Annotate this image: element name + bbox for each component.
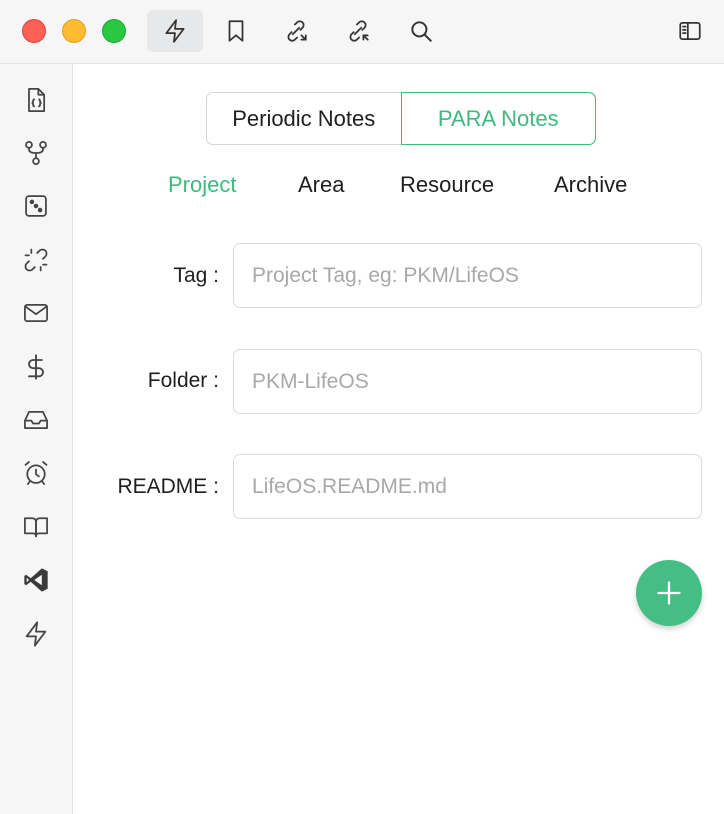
ribbon-unlinked-button[interactable] (21, 245, 51, 275)
vscode-icon (24, 568, 48, 592)
segment-para-notes[interactable]: PARA Notes (400, 92, 596, 145)
folder-label-colon: : (213, 369, 219, 392)
search-icon (411, 21, 432, 42)
ribbon-mail-button[interactable] (21, 298, 51, 328)
git-branch-icon (25, 141, 47, 165)
ribbon-git-branch-button[interactable] (21, 138, 51, 168)
folder-input[interactable] (233, 349, 702, 414)
tab-archive[interactable]: Archive (554, 172, 627, 198)
add-project-button[interactable] (636, 560, 702, 626)
ribbon-random-note-button[interactable] (21, 191, 51, 221)
segment-periodic-notes[interactable]: Periodic Notes (207, 93, 401, 144)
ribbon-inbox-button[interactable] (21, 405, 51, 435)
toolbar-outgoing-links-button[interactable] (276, 10, 316, 52)
toolbar-search-button[interactable] (401, 10, 441, 52)
tag-label: Tag : (173, 264, 219, 288)
lightning-icon (165, 19, 185, 43)
tag-label-colon: : (213, 264, 219, 287)
toolbar-lightning-button[interactable] (147, 10, 203, 52)
tab-resource[interactable]: Resource (400, 172, 494, 198)
folder-label-text: Folder (147, 369, 208, 392)
ribbon-book-button[interactable] (21, 512, 51, 542)
tab-area[interactable]: Area (298, 172, 344, 198)
ribbon-vscode-button[interactable] (21, 565, 51, 595)
readme-input[interactable] (233, 454, 702, 519)
backlink-icon (349, 20, 369, 42)
folder-label: Folder : (148, 369, 219, 393)
minimize-window-button[interactable] (62, 19, 86, 43)
dice-icon (25, 195, 47, 217)
notes-type-segment: Periodic Notes PARA Notes (206, 92, 596, 145)
ribbon-lightning-button[interactable] (21, 619, 51, 649)
sidebar-toggle-icon (679, 22, 701, 40)
toolbar-bookmark-button[interactable] (216, 10, 256, 52)
outgoing-link-icon (287, 20, 307, 42)
readme-label-text: README (117, 475, 208, 498)
title-bar (0, 0, 724, 64)
dollar-icon (28, 354, 44, 380)
zoom-window-button[interactable] (102, 19, 126, 43)
file-code-icon (28, 88, 46, 112)
readme-label: README : (117, 475, 219, 499)
close-window-button[interactable] (22, 19, 46, 43)
broken-link-icon (24, 248, 48, 272)
lightning-icon (25, 621, 47, 647)
readme-label-colon: : (213, 475, 219, 498)
mail-icon (24, 303, 48, 323)
alarm-clock-icon (24, 461, 48, 485)
plus-icon (657, 581, 681, 605)
tab-project[interactable]: Project (168, 172, 236, 198)
ribbon-dollar-button[interactable] (21, 352, 51, 382)
bookmark-icon (228, 20, 244, 42)
toolbar-backlinks-button[interactable] (338, 10, 378, 52)
book-icon (24, 517, 48, 538)
tag-label-text: Tag (173, 264, 208, 287)
tag-input[interactable] (233, 243, 702, 308)
ribbon-alarm-button[interactable] (21, 458, 51, 488)
ribbon-file-code-button[interactable] (21, 85, 51, 115)
inbox-icon (24, 410, 48, 430)
toolbar-sidebar-toggle-button[interactable] (670, 10, 710, 52)
left-ribbon (0, 64, 73, 814)
